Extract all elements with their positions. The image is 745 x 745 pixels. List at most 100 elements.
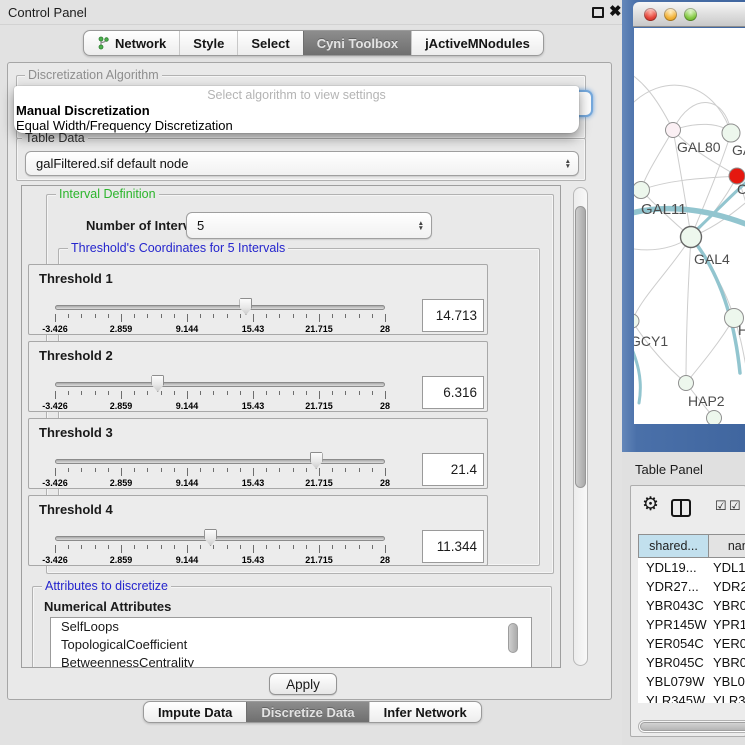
minimize-traffic-light[interactable] [664, 8, 677, 21]
tab-jactivemnodules[interactable]: jActiveMNodules [411, 31, 543, 55]
tab-cyni-toolbox[interactable]: Cyni Toolbox [303, 31, 411, 55]
checkbox-icon[interactable]: ☑ [715, 498, 727, 514]
slider-ticks [55, 391, 385, 400]
slider-thumb[interactable] [239, 298, 252, 315]
scrollbar-thumb[interactable] [575, 206, 586, 488]
slider-track[interactable] [55, 382, 385, 387]
slider-ticks [55, 545, 385, 554]
stepper-arrows-icon: ▲▼ [418, 221, 424, 231]
slider-track[interactable] [55, 536, 385, 541]
threshold-label: Threshold 4 [39, 502, 113, 517]
algorithm-dropdown-popup: Select algorithm to view settings Manual… [14, 86, 579, 133]
gear-icon[interactable]: ⚙ [642, 495, 659, 514]
table-horizontal-scrollbar[interactable] [638, 720, 745, 733]
discretization-algorithm-group-title: Discretization Algorithm [25, 68, 162, 82]
table-row[interactable]: YDR27...YDR2 [638, 577, 745, 596]
slider-track[interactable] [55, 305, 385, 310]
attribute-item-selfloops[interactable]: SelfLoops [51, 618, 531, 636]
slider-tick-labels: -3.4262.8599.14415.4321.71528 [55, 401, 385, 412]
network-canvas[interactable]: GAL80 GA C GAL11 GAL4 GCY1 H HAP2 [634, 28, 745, 424]
threshold-panel-1: Threshold 1-3.4262.8599.14415.4321.71528… [28, 264, 488, 335]
cyni-toolbox-panel: Discretization Algorithm Select algorith… [7, 62, 612, 700]
column-header-name[interactable]: name [709, 534, 745, 558]
slider-ticks [55, 468, 385, 477]
network-window-titlebar[interactable] [633, 2, 745, 27]
attribute-item-topologicalcoefficient[interactable]: TopologicalCoefficient [51, 636, 531, 654]
tab-discretize-data[interactable]: Discretize Data [246, 702, 368, 722]
settings-vertical-scrollbar[interactable] [573, 187, 588, 666]
table-row[interactable]: YBR045CYBR0 [638, 653, 745, 672]
threshold-coordinates-group-title: Threshold's Coordinates for 5 Intervals [68, 241, 288, 255]
network-graph: GAL80 GA C GAL11 GAL4 GCY1 H HAP2 [634, 28, 745, 424]
attribute-item-betweennesscentrality[interactable]: BetweennessCentrality [51, 654, 531, 668]
node-left-cut [634, 314, 639, 328]
threshold-panel-2: Threshold 2-3.4262.8599.14415.4321.71528… [28, 341, 488, 412]
table-row[interactable]: YBR043CYBR0 [638, 596, 745, 615]
node-label: GCY1 [634, 333, 668, 349]
checkbox-icon[interactable]: ☑ [729, 498, 741, 514]
node-label: GAL11 [641, 201, 687, 218]
settings-scroll-viewport: Interval Definition Number of Intervals … [21, 185, 561, 668]
threshold-slider[interactable]: -3.4262.8599.14415.4321.71528 [55, 459, 385, 489]
tab-select[interactable]: Select [237, 31, 302, 55]
numerical-attributes-list[interactable]: SelfLoopsTopologicalCoefficientBetweenne… [50, 617, 532, 668]
control-panel-title: Control Panel [8, 5, 87, 20]
table-panel-title: Table Panel [635, 462, 703, 477]
stepper-arrows-icon: ▲▼ [565, 159, 571, 169]
tab-network[interactable]: Network [84, 31, 179, 55]
number-of-intervals-combobox[interactable]: 5 ▲▼ [186, 212, 432, 239]
threshold-label: Threshold 3 [39, 425, 113, 440]
slider-tick-labels: -3.4262.8599.14415.4321.71528 [55, 478, 385, 489]
table-row[interactable]: YDL19...YDL1 [638, 558, 745, 577]
scrollbar-thumb[interactable] [640, 722, 745, 731]
tab-impute-data[interactable]: Impute Data [144, 702, 246, 722]
column-header-shared-name[interactable]: shared... [638, 534, 709, 558]
bottom-tab-bar: Impute DataDiscretize DataInfer Network [143, 701, 482, 723]
node-gal11 [634, 182, 650, 199]
node-label: H [738, 322, 745, 338]
split-columns-icon[interactable] [671, 499, 691, 517]
interval-definition-group-title: Interval Definition [56, 187, 159, 201]
tab-style[interactable]: Style [179, 31, 237, 55]
node-label: C [737, 181, 745, 197]
node-bottom-cut [707, 411, 722, 425]
table-row[interactable]: YLR345WYLR3 [638, 691, 745, 703]
node-hap2 [679, 376, 694, 391]
threshold-value-field[interactable]: 6.316 [422, 376, 484, 409]
table-row[interactable]: YBL079WYBL0 [638, 672, 745, 691]
table-header: shared... name [638, 534, 745, 558]
table-row[interactable]: YPR145WYPR1 [638, 615, 745, 634]
table-data-combobox[interactable]: galFiltered.sif default node ▲▼ [25, 151, 579, 176]
network-view-frame: GAL80 GA C GAL11 GAL4 GCY1 H HAP2 [622, 0, 745, 452]
threshold-panel-4: Threshold 4 -3.4262.8599.14415.4321.71528… [28, 495, 488, 566]
tab-infer-network[interactable]: Infer Network [369, 702, 481, 722]
slider-track[interactable] [55, 459, 385, 464]
table-row[interactable]: YER054CYER0 [638, 634, 745, 653]
threshold-panel-3: Threshold 3 -3.4262.8599.14415.4321.71528… [28, 418, 488, 489]
node-label: GAL80 [677, 139, 721, 155]
slider-thumb[interactable] [204, 529, 217, 546]
threshold-value-field[interactable]: 14.713 [422, 299, 484, 332]
threshold-value-field[interactable]: 21.4 [422, 453, 484, 486]
table-panel: Table Panel ⚙ ☑ ☑ shared... name YDL19..… [622, 452, 745, 745]
zoom-traffic-light[interactable] [684, 8, 697, 21]
dropdown-option-manual-discretization[interactable]: Manual Discretization [14, 103, 579, 118]
threshold-value-field[interactable]: 11.344 [422, 530, 484, 563]
float-window-icon[interactable] [592, 7, 604, 18]
threshold-slider[interactable]: -3.4262.8599.14415.4321.71528 [55, 536, 385, 566]
apply-button[interactable]: Apply [269, 673, 337, 695]
node-top-right [722, 124, 740, 142]
close-traffic-light[interactable] [644, 8, 657, 21]
slider-thumb[interactable] [151, 375, 164, 392]
threshold-slider[interactable]: -3.4262.8599.14415.4321.71528 [55, 382, 385, 412]
list-scrollbar[interactable] [508, 623, 518, 653]
close-icon[interactable]: ✖ [609, 2, 622, 20]
network-window: GAL80 GA C GAL11 GAL4 GCY1 H HAP2 [633, 2, 745, 424]
table-data-combobox-value: galFiltered.sif default node [36, 156, 188, 171]
table-body[interactable]: YDL19...YDL1YDR27...YDR2YBR043CYBR0YPR14… [638, 558, 745, 703]
slider-thumb[interactable] [310, 452, 323, 469]
dropdown-option-equal-width-frequency-discretization[interactable]: Equal Width/Frequency Discretization [14, 118, 579, 133]
threshold-slider[interactable]: -3.4262.8599.14415.4321.71528 [55, 305, 385, 335]
titlebar-divider [0, 24, 622, 25]
slider-tick-labels: -3.4262.8599.14415.4321.71528 [55, 324, 385, 335]
